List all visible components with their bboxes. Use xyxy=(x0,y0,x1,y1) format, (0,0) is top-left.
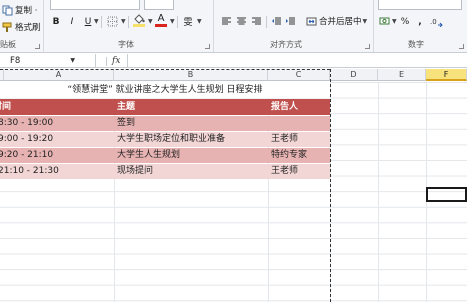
increase-indent-button[interactable] xyxy=(284,14,296,29)
copy-button[interactable]: 复制 · xyxy=(2,3,37,17)
percent-button[interactable]: % xyxy=(399,14,411,29)
format-painter-button[interactable]: 格式刷 xyxy=(2,20,41,34)
column-header-c[interactable]: C xyxy=(268,69,330,81)
number-group-label: 数字 xyxy=(408,40,424,49)
fill-color-icon xyxy=(134,14,145,24)
align-left-icon xyxy=(221,17,231,25)
underline-dropdown-icon[interactable]: ▼ xyxy=(94,18,99,25)
clipboard-group-label: 贴板 xyxy=(0,40,16,49)
row-topic[interactable]: 签到 xyxy=(114,115,268,131)
increase-decimal-button[interactable]: .0 xyxy=(430,14,443,29)
row-speaker[interactable]: 王老师 xyxy=(268,131,330,147)
number-launcher-icon[interactable] xyxy=(459,44,464,49)
column-header-e[interactable]: E xyxy=(378,69,426,81)
decrease-indent-icon xyxy=(271,17,281,25)
column-header-f[interactable]: F xyxy=(426,69,467,81)
page-break-horizontal xyxy=(0,69,330,70)
header-speaker[interactable]: 报告人 xyxy=(268,99,330,115)
merge-center-label: 合并后居中 xyxy=(319,17,362,27)
row-time[interactable]: 9:00 - 19:20 xyxy=(0,131,114,147)
name-box[interactable]: F8 ▼ xyxy=(0,54,96,68)
clipboard-launcher-icon[interactable] xyxy=(35,44,40,49)
merge-dropdown-icon: ▼ xyxy=(362,17,368,25)
alignment-launcher-icon[interactable] xyxy=(365,44,370,49)
name-box-value: F8 xyxy=(10,56,21,66)
row-time[interactable]: 8:30 - 19:00 xyxy=(0,115,114,131)
copy-icon xyxy=(2,5,13,15)
formula-input[interactable] xyxy=(128,54,467,68)
font-size-combo[interactable] xyxy=(144,0,174,10)
number-group: ▼ % , .0 数字 xyxy=(374,0,467,53)
align-center-button[interactable] xyxy=(235,14,247,29)
row-speaker[interactable]: 王老师 xyxy=(268,163,330,179)
border-dropdown-icon[interactable]: ▼ xyxy=(121,18,126,25)
font-name-combo[interactable] xyxy=(50,0,140,10)
border-button[interactable] xyxy=(106,14,118,29)
schedule-title[interactable]: “领慧讲堂” 就业讲座之大学生人生规划 日程安排 xyxy=(0,82,330,98)
font-color-swatch xyxy=(155,24,167,27)
format-painter-icon xyxy=(2,22,12,32)
border-icon xyxy=(107,16,117,27)
header-time[interactable]: 时间 xyxy=(0,99,114,115)
currency-icon xyxy=(379,17,389,25)
fill-color-button[interactable] xyxy=(133,13,145,28)
alignment-top-row xyxy=(220,0,250,10)
align-right-icon xyxy=(251,17,261,25)
svg-text:.0: .0 xyxy=(430,18,437,26)
row-time[interactable]: 21:10 - 21:30 xyxy=(0,163,114,179)
font-color-letter: A xyxy=(157,13,165,24)
number-format-combo[interactable] xyxy=(378,0,462,10)
pinyin-label: 雯 xyxy=(183,18,193,28)
align-right-button[interactable] xyxy=(250,14,262,29)
currency-dropdown-icon[interactable]: ▼ xyxy=(392,18,397,25)
currency-button[interactable] xyxy=(378,14,390,29)
row-topic[interactable]: 大学生人生规划 xyxy=(114,147,268,163)
font-color-button[interactable]: A xyxy=(155,13,167,28)
header-topic[interactable]: 主题 xyxy=(114,99,268,115)
name-box-dropdown-icon[interactable]: ▼ xyxy=(70,54,75,68)
format-painter-label: 格式刷 xyxy=(15,23,41,33)
alignment-group: 合并后居中 ▼ 对齐方式 xyxy=(214,0,374,53)
active-cell-selection[interactable] xyxy=(426,187,467,202)
insert-function-icon[interactable]: fx xyxy=(112,54,120,68)
copy-label: 复制 · xyxy=(15,6,38,16)
row-speaker[interactable]: 特约专家 xyxy=(268,147,330,163)
fill-dropdown-icon[interactable]: ▼ xyxy=(148,18,153,25)
clipboard-group: 复制 · 格式刷 贴板 xyxy=(0,0,44,53)
font-color-dropdown-icon[interactable]: ▼ xyxy=(170,18,175,25)
bold-button[interactable]: B xyxy=(50,14,62,29)
pinyin-dropdown-icon[interactable]: ▼ xyxy=(197,18,202,25)
decrease-indent-button[interactable] xyxy=(270,14,282,29)
pinyin-button[interactable]: 雯 xyxy=(182,14,194,29)
font-group-label: 字体 xyxy=(118,40,134,49)
increase-indent-icon xyxy=(285,17,295,25)
align-left-button[interactable] xyxy=(220,14,232,29)
column-header-a[interactable]: A xyxy=(4,69,114,81)
font-group: B I U ▼ ▼ ▼ A ▼ 雯 ▼ 字体 xyxy=(44,0,214,53)
column-header-b[interactable]: B xyxy=(114,69,268,81)
align-center-icon xyxy=(236,17,246,25)
fill-color-swatch xyxy=(133,24,145,27)
column-header-d[interactable]: D xyxy=(330,69,378,81)
merge-center-button[interactable]: 合并后居中 ▼ xyxy=(306,14,367,28)
italic-button[interactable]: I xyxy=(66,14,78,29)
underline-button[interactable]: U xyxy=(82,14,94,29)
row-time[interactable]: 9:20 - 21:10 xyxy=(0,147,114,163)
ribbon: 复制 · 格式刷 贴板 B I U ▼ ▼ ▼ A ▼ 雯 ▼ 字体 合并后居中… xyxy=(0,0,467,53)
row-topic[interactable]: 大学生职场定位和职业准备 xyxy=(114,131,268,147)
font-launcher-icon[interactable] xyxy=(205,44,210,49)
formula-bar: F8 ▼ fx xyxy=(0,54,467,68)
merge-center-icon xyxy=(306,17,317,25)
alignment-group-label: 对齐方式 xyxy=(270,40,302,49)
comma-button[interactable]: , xyxy=(414,14,426,29)
increase-decimal-icon: .0 xyxy=(430,18,443,27)
row-topic[interactable]: 现场提问 xyxy=(114,163,268,179)
page-break-vertical xyxy=(330,69,331,302)
